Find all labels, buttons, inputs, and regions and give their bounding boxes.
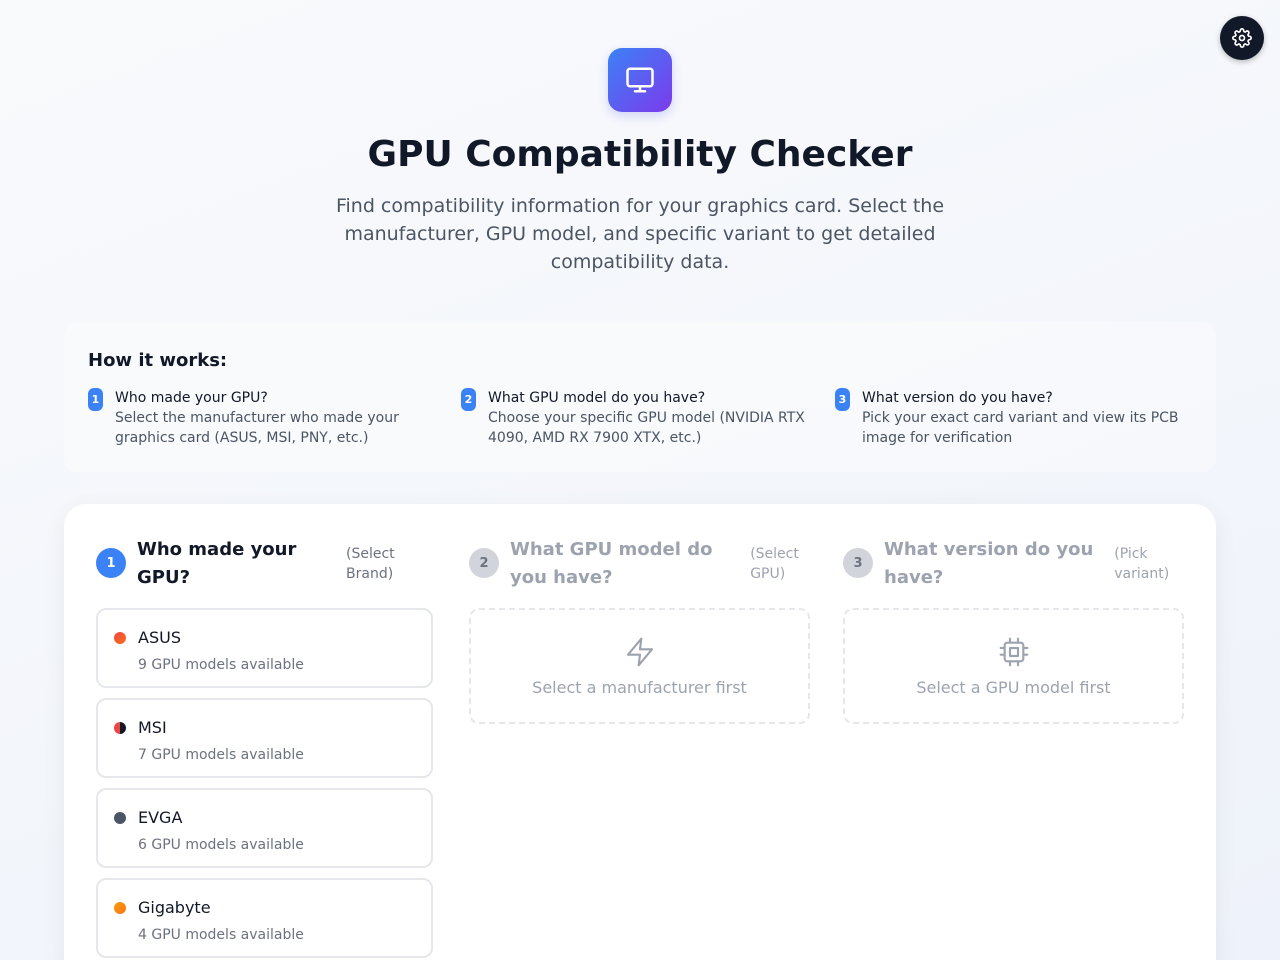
how-step-description: Pick your exact card variant and view it…: [862, 410, 1179, 446]
brand-option-evga[interactable]: EVGA 6 GPU models available: [96, 788, 433, 868]
brand-name: EVGA: [138, 808, 183, 827]
how-step-description: Choose your specific GPU model (NVIDIA R…: [488, 410, 805, 446]
page-title: GPU Compatibility Checker: [367, 134, 913, 175]
variant-column: 3 What version do you have? (Pick varian…: [843, 536, 1184, 724]
brand-column-title: Who made your GPU?: [137, 539, 297, 588]
settings-button[interactable]: [1220, 16, 1264, 60]
gpu-model-column-hint: (Select GPU): [750, 546, 799, 582]
gpu-model-placeholder: Select a manufacturer first: [469, 608, 810, 724]
brand-model-count: 7 GPU models available: [138, 747, 304, 763]
gpu-model-column-header: 2 What GPU model do you have? (Select GP…: [469, 536, 810, 596]
brand-column-header: 1 Who made your GPU? (Select Brand): [96, 536, 437, 596]
how-step-title: Who made your GPU?: [115, 390, 268, 406]
step-indicator-1: 1: [96, 548, 126, 578]
brand-list: ASUS 9 GPU models available MSI 7 GPU mo…: [96, 608, 437, 958]
brand-dot-icon: [114, 812, 126, 824]
how-step-title: What version do you have?: [862, 390, 1053, 406]
brand-model-count: 4 GPU models available: [138, 927, 304, 943]
gear-icon: [1232, 28, 1252, 48]
brand-model-count: 9 GPU models available: [138, 657, 304, 673]
how-step-1: 1 Who made your GPU? Select the manufact…: [88, 388, 448, 448]
brand-dot-icon: [114, 632, 126, 644]
how-it-works-title: How it works:: [88, 350, 228, 371]
brand-option-asus[interactable]: ASUS 9 GPU models available: [96, 608, 433, 688]
brand-dot-icon: [114, 902, 126, 914]
brand-option-msi[interactable]: MSI 7 GPU models available: [96, 698, 433, 778]
lightning-icon: [626, 637, 653, 666]
brand-dot-icon: [114, 722, 126, 734]
gpu-model-column: 2 What GPU model do you have? (Select GP…: [469, 536, 810, 724]
gpu-model-column-title: What GPU model do you have?: [510, 539, 713, 588]
brand-column: 1 Who made your GPU? (Select Brand) ASUS…: [96, 536, 437, 960]
step-indicator-3: 3: [843, 548, 873, 578]
variant-column-hint: (Pick variant): [1114, 546, 1170, 582]
brand-column-hint: (Select Brand): [346, 546, 395, 582]
brand-model-count: 6 GPU models available: [138, 837, 304, 853]
monitor-icon: [626, 67, 654, 93]
brand-name: Gigabyte: [138, 898, 211, 917]
variant-placeholder: Select a GPU model first: [843, 608, 1184, 724]
variant-placeholder-text: Select a GPU model first: [916, 677, 1111, 697]
chip-icon: [999, 637, 1028, 666]
brand-name: ASUS: [138, 628, 181, 647]
app-logo: [608, 48, 672, 112]
how-step-2: 2 What GPU model do you have? Choose you…: [461, 388, 821, 448]
selector-card: 1 Who made your GPU? (Select Brand) ASUS…: [64, 504, 1216, 960]
how-it-works-panel: How it works: 1 Who made your GPU? Selec…: [64, 322, 1216, 472]
gpu-model-placeholder-text: Select a manufacturer first: [532, 677, 747, 697]
variant-column-header: 3 What version do you have? (Pick varian…: [843, 536, 1184, 596]
how-step-number: 3: [835, 388, 850, 411]
how-step-description: Select the manufacturer who made your gr…: [115, 410, 399, 446]
page-subtitle: Find compatibility information for your …: [335, 195, 945, 273]
how-step-number: 2: [461, 388, 476, 411]
how-step-3: 3 What version do you have? Pick your ex…: [835, 388, 1195, 448]
how-step-title: What GPU model do you have?: [488, 390, 706, 406]
step-indicator-2: 2: [469, 548, 499, 578]
brand-option-gigabyte[interactable]: Gigabyte 4 GPU models available: [96, 878, 433, 958]
how-step-number: 1: [88, 388, 103, 411]
variant-column-title: What version do you have?: [884, 539, 1094, 588]
brand-name: MSI: [138, 718, 167, 737]
